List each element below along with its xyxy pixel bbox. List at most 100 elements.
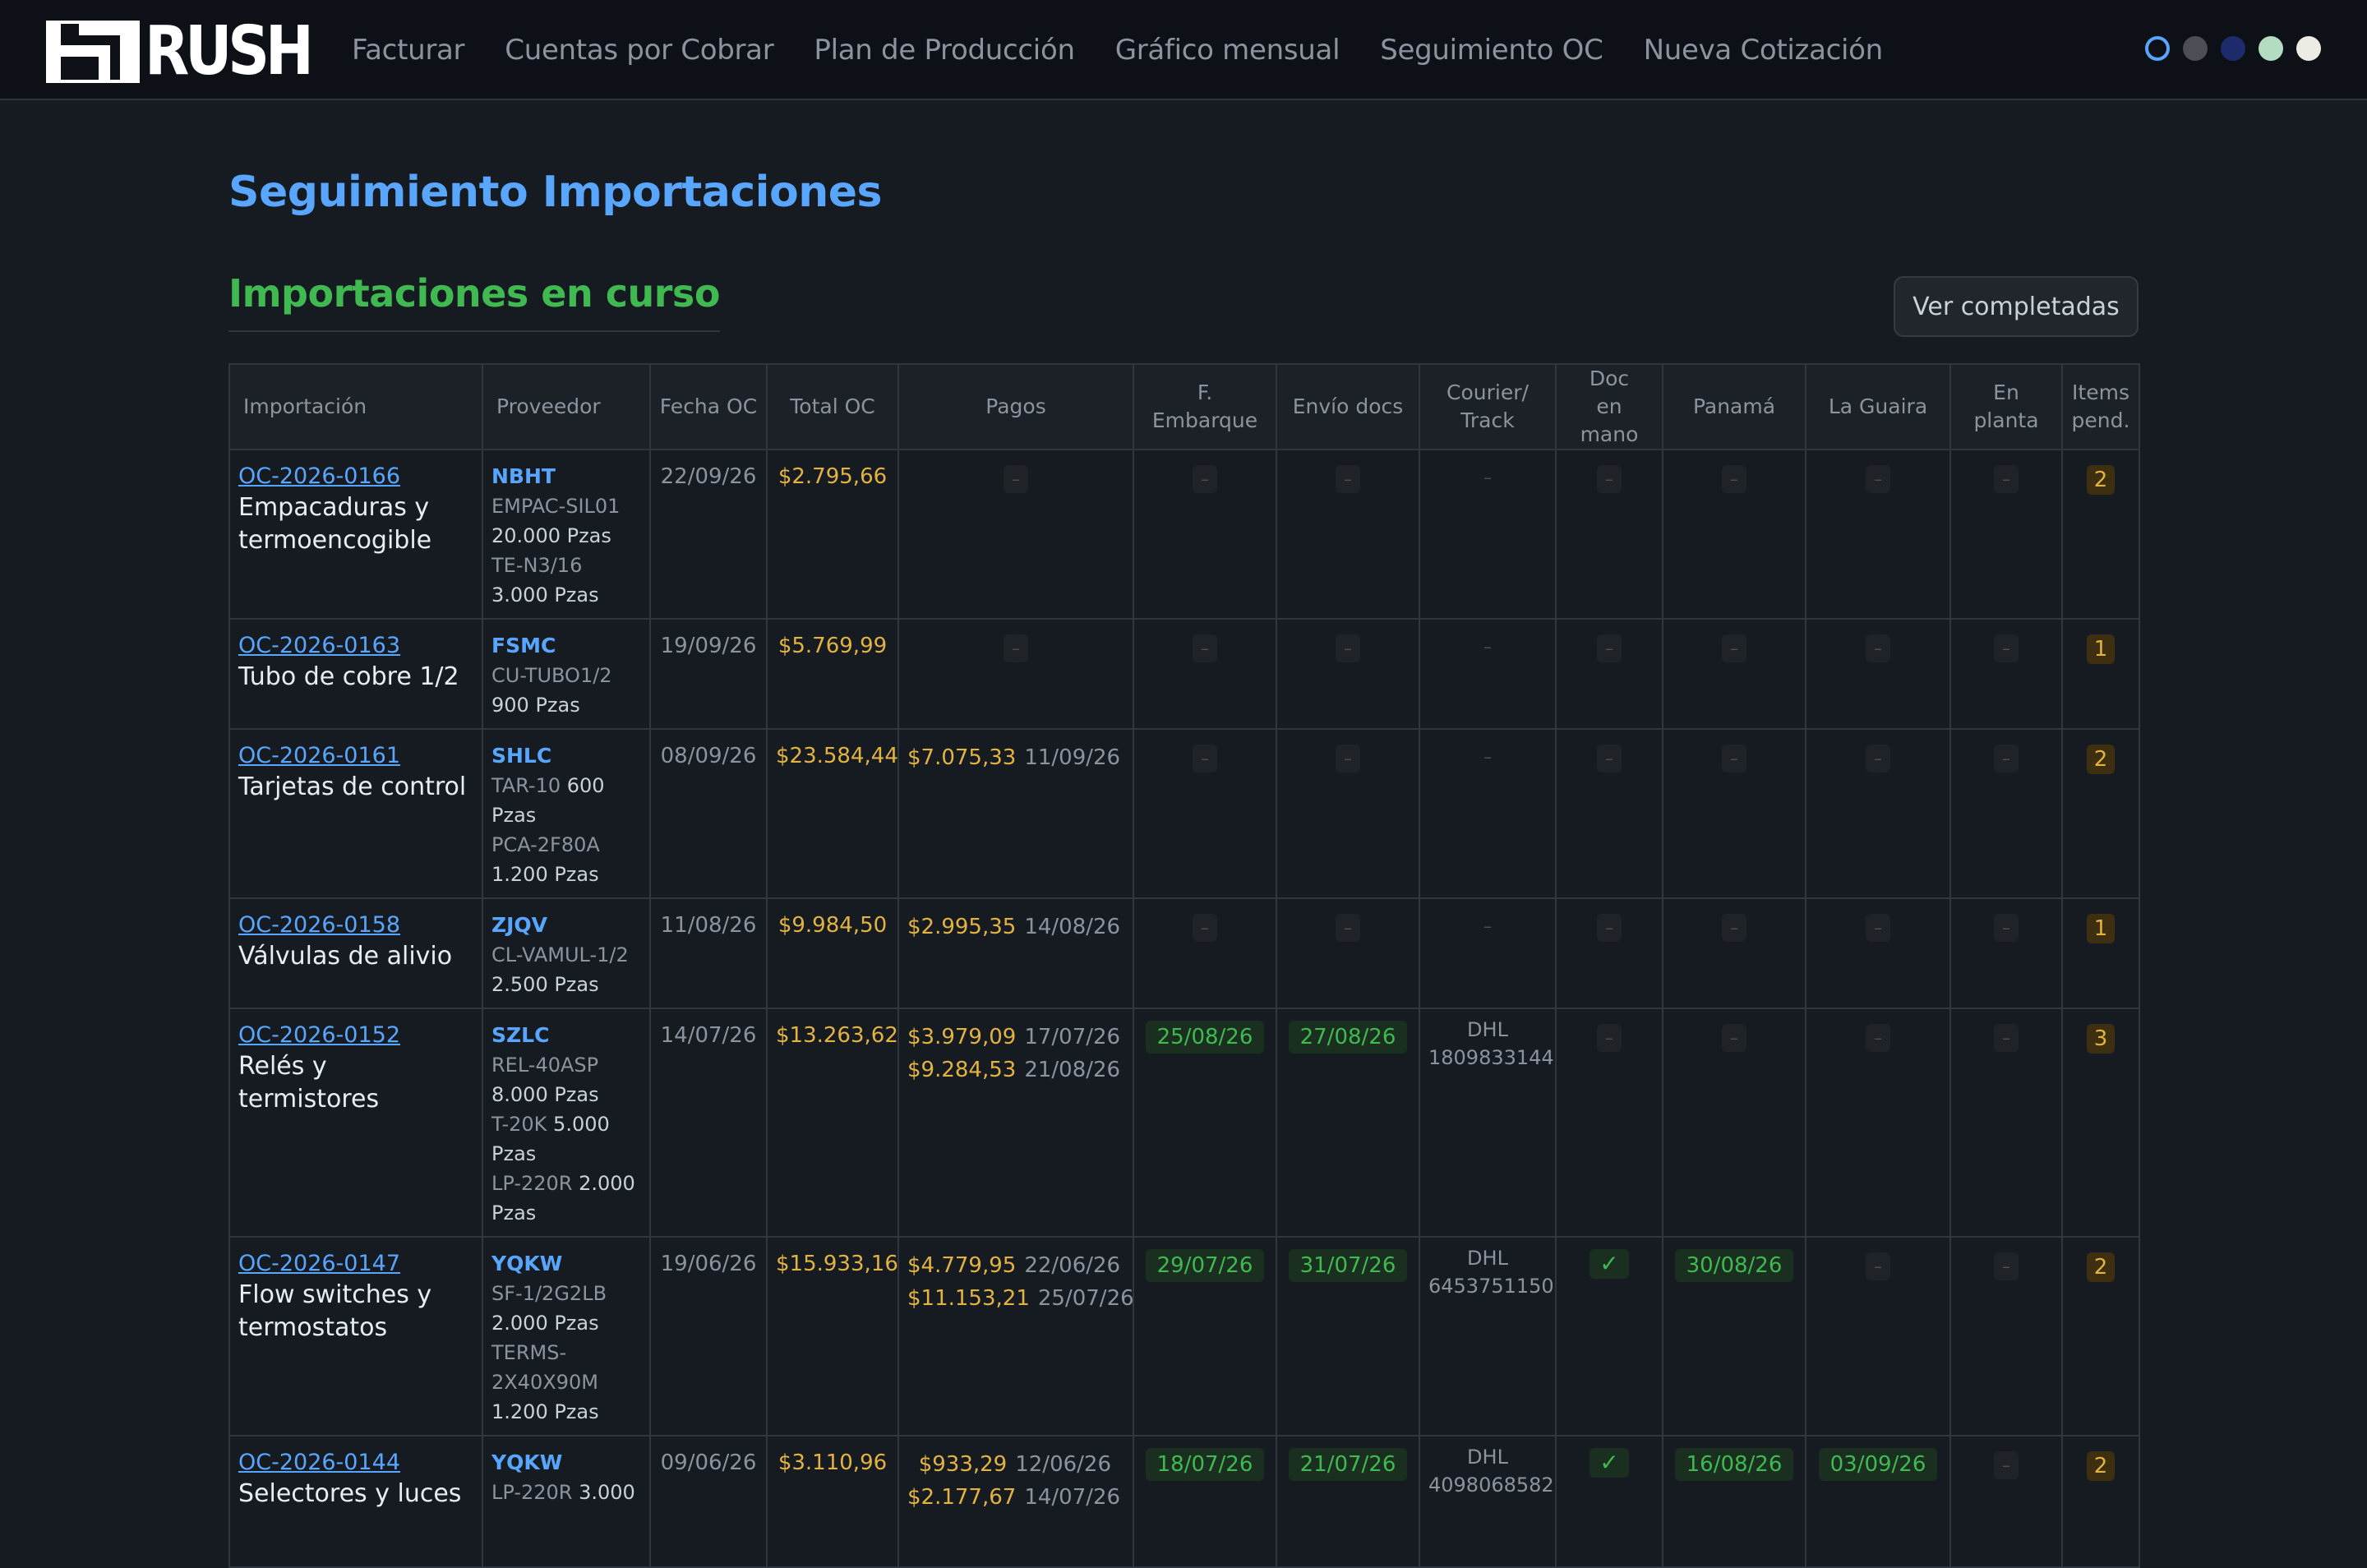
payment-line: $3.979,09 17/07/26 [907,1021,1120,1054]
tracking-number: 6453751150 [1428,1275,1554,1298]
pending-items-badge: 1 [2087,914,2115,943]
empty-dash: – [1336,634,1360,662]
nav-grafico-mensual[interactable]: Gráfico mensual [1115,34,1340,67]
col-header-track: Track [1460,408,1515,432]
payment-amount: $3.979,09 [907,1025,1017,1049]
cell-doc-en-mano: – [1555,1008,1663,1238]
col-header-fecha-oc: Fecha OC [649,363,768,450]
nav-nueva-cotizacion[interactable]: Nueva Cotización [1644,34,1884,67]
cell-proveedor: SZLC REL-40ASP 8.000 Pzas T-20K 5.000 Pzas… [482,1008,651,1238]
cell-panama: 16/08/26 [1662,1435,1806,1568]
theme-dot-4[interactable] [2259,36,2283,61]
oc-link[interactable]: OC-2026-0144 [238,1448,473,1478]
cell-fecha-oc: 08/09/26 [649,728,768,899]
cell-items-pend: 2 [2061,449,2140,620]
col-header-proveedor: Proveedor [482,363,651,450]
cell-items-pend: 1 [2061,897,2140,1009]
cell-importacion: OC-2026-0152 Relés y termistores [228,1008,483,1238]
oc-link[interactable]: OC-2026-0152 [238,1021,473,1050]
empty-dash: – [1866,914,1890,942]
oc-link[interactable]: OC-2026-0161 [238,741,473,771]
supplier-item: PCA-2F80A 1.200 Pzas [491,830,641,889]
supplier-code: ZJQV [491,913,548,937]
cell-total-oc: $9.984,50 [766,897,899,1009]
embarque-date: 29/07/26 [1145,1249,1265,1282]
cell-items-pend: 2 [2061,1435,2140,1568]
cell-items-pend: 2 [2061,1236,2140,1437]
top-nav-bar: RUSH Facturar Cuentas por Cobrar Plan de… [0,0,2367,100]
tracking-number: 1809833144 [1428,1046,1554,1069]
nav-seguimiento-oc[interactable]: Seguimiento OC [1380,34,1603,67]
col-header-panama: Panamá [1662,363,1806,450]
main-nav: Facturar Cuentas por Cobrar Plan de Prod… [352,0,1923,100]
empty-dash: – [1722,1024,1746,1052]
payment-amount: $4.779,95 [907,1253,1017,1278]
oc-link[interactable]: OC-2026-0147 [238,1249,473,1279]
item-qty: 1.200 Pzas [491,1400,599,1423]
total-oc: $13.263,62 [776,1023,898,1048]
cell-f-embarque: – [1133,728,1277,899]
cell-la-guaira: – [1805,897,1951,1009]
theme-dot-1[interactable] [2145,36,2170,61]
fecha-oc: 22/09/26 [660,464,757,489]
pending-items-badge: 2 [2087,745,2115,774]
payment-date: 14/07/26 [1024,1485,1121,1510]
supplier-item: LP-220R 3.000 [491,1478,641,1507]
panama-date: 16/08/26 [1674,1448,1794,1481]
nav-cuentas-por-cobrar[interactable]: Cuentas por Cobrar [505,34,773,67]
cell-pagos: $7.075,33 11/09/26 [897,728,1134,899]
cell-en-planta: – [1949,1435,2063,1568]
imports-table: Importación Proveedor Fecha OC Total OC … [228,363,2140,1568]
empty-dash: – [1597,634,1622,662]
payment-amount: $2.177,67 [907,1485,1017,1510]
cell-courier-track: DHL 1809833144 [1419,1008,1557,1238]
payment-date: 11/09/26 [1024,745,1121,770]
tracking-number: 4098068582 [1428,1473,1554,1497]
supplier-code: YQKW [491,1450,563,1474]
supplier-code: NBHT [491,464,556,488]
supplier-code: SZLC [491,1023,550,1047]
cell-en-planta: – [1949,1236,2063,1437]
embarque-date: 25/08/26 [1145,1021,1265,1054]
cell-pagos: $3.979,09 17/07/26 $9.284,53 21/08/26 [897,1008,1134,1238]
payment-date: 14/08/26 [1024,915,1121,939]
item-code: LP-220R [491,1481,573,1504]
imports-table-wrap: Importación Proveedor Fecha OC Total OC … [228,363,2140,1568]
payment-line: $7.075,33 11/09/26 [907,741,1120,774]
supplier-item: CL-VAMUL-1/2 2.500 Pzas [491,940,641,999]
fecha-oc: 19/09/26 [660,634,757,658]
payment-amount: $11.153,21 [907,1286,1030,1311]
theme-dot-2[interactable] [2183,36,2208,61]
nav-facturar[interactable]: Facturar [352,34,465,67]
empty-dash: – [1004,465,1028,493]
cell-total-oc: $3.110,96 [766,1435,899,1568]
cell-panama: – [1662,618,1806,730]
pending-items-badge: 2 [2087,1451,2115,1481]
theme-dot-5[interactable] [2296,36,2321,61]
courier-name: DHL [1467,1247,1508,1270]
view-completed-button[interactable]: Ver completadas [1894,276,2139,337]
empty-dash: – [1004,634,1028,662]
cell-en-planta: – [1949,449,2063,620]
oc-link[interactable]: OC-2026-0163 [238,631,473,661]
oc-link[interactable]: OC-2026-0166 [238,462,473,491]
supplier-item: TERMS-2X40X90M 1.200 Pzas [491,1338,641,1427]
cell-doc-en-mano: – [1555,728,1663,899]
nav-plan-produccion[interactable]: Plan de Producción [814,34,1075,67]
item-code: LP-220R [491,1172,573,1195]
cell-total-oc: $13.263,62 [766,1008,899,1238]
panama-date: 30/08/26 [1674,1249,1794,1282]
table-row: OC-2026-0147 Flow switches y termostatos Y… [228,1236,2140,1437]
empty-dash: – [1483,747,1492,767]
empty-dash: – [1994,465,2019,493]
cell-panama: – [1662,1008,1806,1238]
oc-link[interactable]: OC-2026-0158 [238,911,473,940]
cell-proveedor: ZJQV CL-VAMUL-1/2 2.500 Pzas [482,897,651,1009]
payment-line: $4.779,95 22/06/26 [907,1249,1120,1282]
theme-dot-3[interactable] [2221,36,2245,61]
rush-logo[interactable]: RUSH [46,18,336,85]
empty-dash: – [1994,1252,2019,1280]
empty-dash: – [1994,1451,2019,1479]
cell-total-oc: $15.933,16 [766,1236,899,1437]
col-header-envio-docs: Envío docs [1276,363,1420,450]
